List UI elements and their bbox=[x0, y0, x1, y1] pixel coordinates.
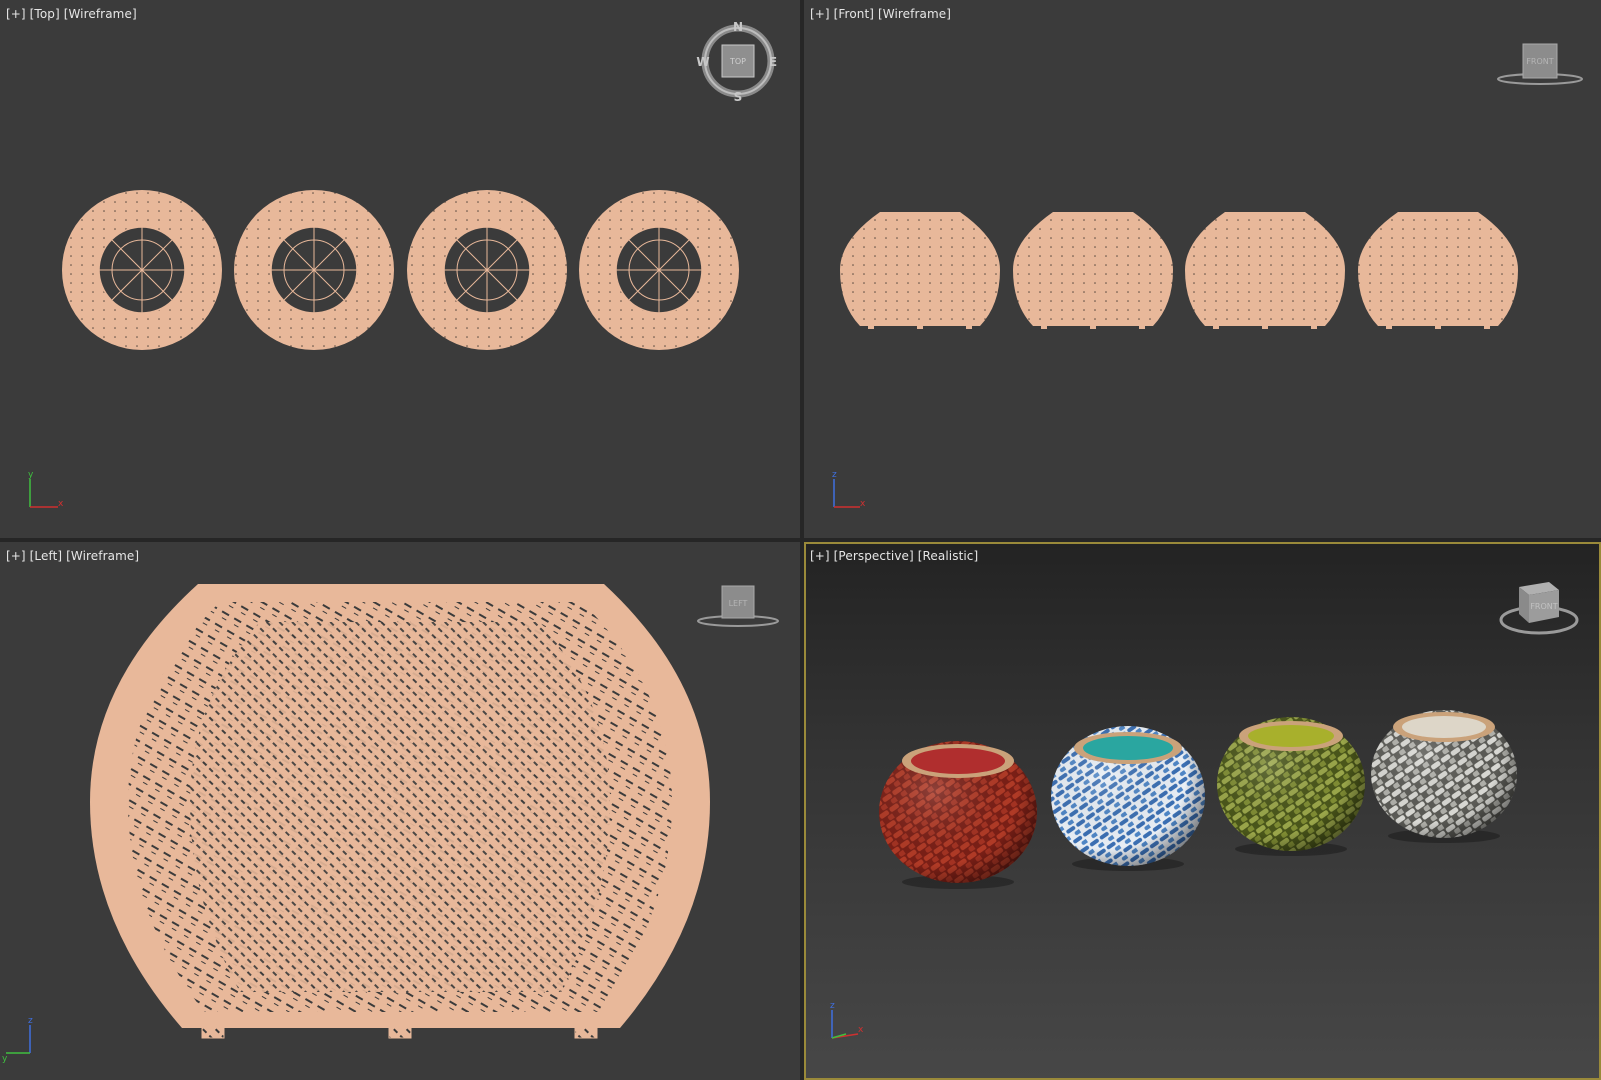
viewcube-face-label: LEFT bbox=[729, 599, 748, 608]
compass-west: W bbox=[696, 55, 709, 69]
pouf-green[interactable] bbox=[1217, 717, 1365, 856]
pouf-top-1[interactable] bbox=[62, 190, 222, 350]
axis-tripod: z x bbox=[832, 470, 866, 509]
viewport-top[interactable]: [+] [Top] [Wireframe] TOP N S E W y x bbox=[0, 0, 800, 538]
pouf-front-3[interactable] bbox=[1185, 212, 1345, 329]
svg-text:x: x bbox=[858, 1025, 864, 1035]
front-view-canvas: FRONT z x bbox=[832, 43, 1583, 509]
viewcube[interactable]: FRONT bbox=[1497, 43, 1583, 85]
viewport-perspective[interactable]: [+] [Perspective] [Realistic] FRONT z x bbox=[804, 542, 1601, 1080]
svg-text:y: y bbox=[2, 1054, 8, 1064]
left-view-canvas: LEFT z y bbox=[2, 584, 779, 1064]
axis-tripod: z y bbox=[2, 1016, 33, 1064]
viewport-left[interactable]: [+] [Left] [Wireframe] LEFT z y bbox=[0, 542, 800, 1080]
viewcube-face-label: TOP bbox=[729, 57, 746, 66]
svg-text:x: x bbox=[860, 499, 866, 509]
pouf-grey[interactable] bbox=[1371, 710, 1517, 843]
svg-text:z: z bbox=[28, 1016, 33, 1026]
compass-east: E bbox=[769, 55, 777, 69]
axis-tripod: y x bbox=[28, 470, 64, 509]
pouf-front-4[interactable] bbox=[1358, 212, 1518, 329]
pouf-front-2[interactable] bbox=[1013, 212, 1173, 329]
pouf-top-3[interactable] bbox=[407, 190, 567, 350]
compass-south: S bbox=[734, 90, 743, 104]
pouf-front-1[interactable] bbox=[840, 212, 1000, 329]
viewcube-face-label: FRONT bbox=[1530, 602, 1557, 611]
top-view-canvas: TOP N S E W y x bbox=[28, 20, 777, 509]
svg-text:z: z bbox=[830, 1001, 835, 1011]
viewcube-face-label: FRONT bbox=[1526, 57, 1553, 66]
pouf-left-wireframe[interactable] bbox=[90, 584, 710, 1039]
pouf-red[interactable] bbox=[879, 741, 1037, 889]
svg-text:x: x bbox=[58, 499, 64, 509]
perspective-view-canvas: FRONT z x bbox=[830, 582, 1579, 1039]
pouf-top-4[interactable] bbox=[579, 190, 739, 350]
compass-north: N bbox=[733, 20, 743, 34]
viewcube[interactable]: LEFT bbox=[697, 585, 779, 627]
viewcube-compass[interactable]: TOP N S E W bbox=[696, 20, 777, 104]
viewcube[interactable]: FRONT bbox=[1499, 582, 1579, 635]
svg-text:y: y bbox=[28, 470, 34, 480]
pouf-blue[interactable] bbox=[1051, 726, 1205, 871]
viewport-front[interactable]: [+] [Front] [Wireframe] FRONT z x bbox=[804, 0, 1601, 538]
axis-tripod: z x bbox=[830, 1001, 864, 1039]
svg-text:z: z bbox=[832, 470, 837, 480]
pouf-top-2[interactable] bbox=[234, 190, 394, 350]
